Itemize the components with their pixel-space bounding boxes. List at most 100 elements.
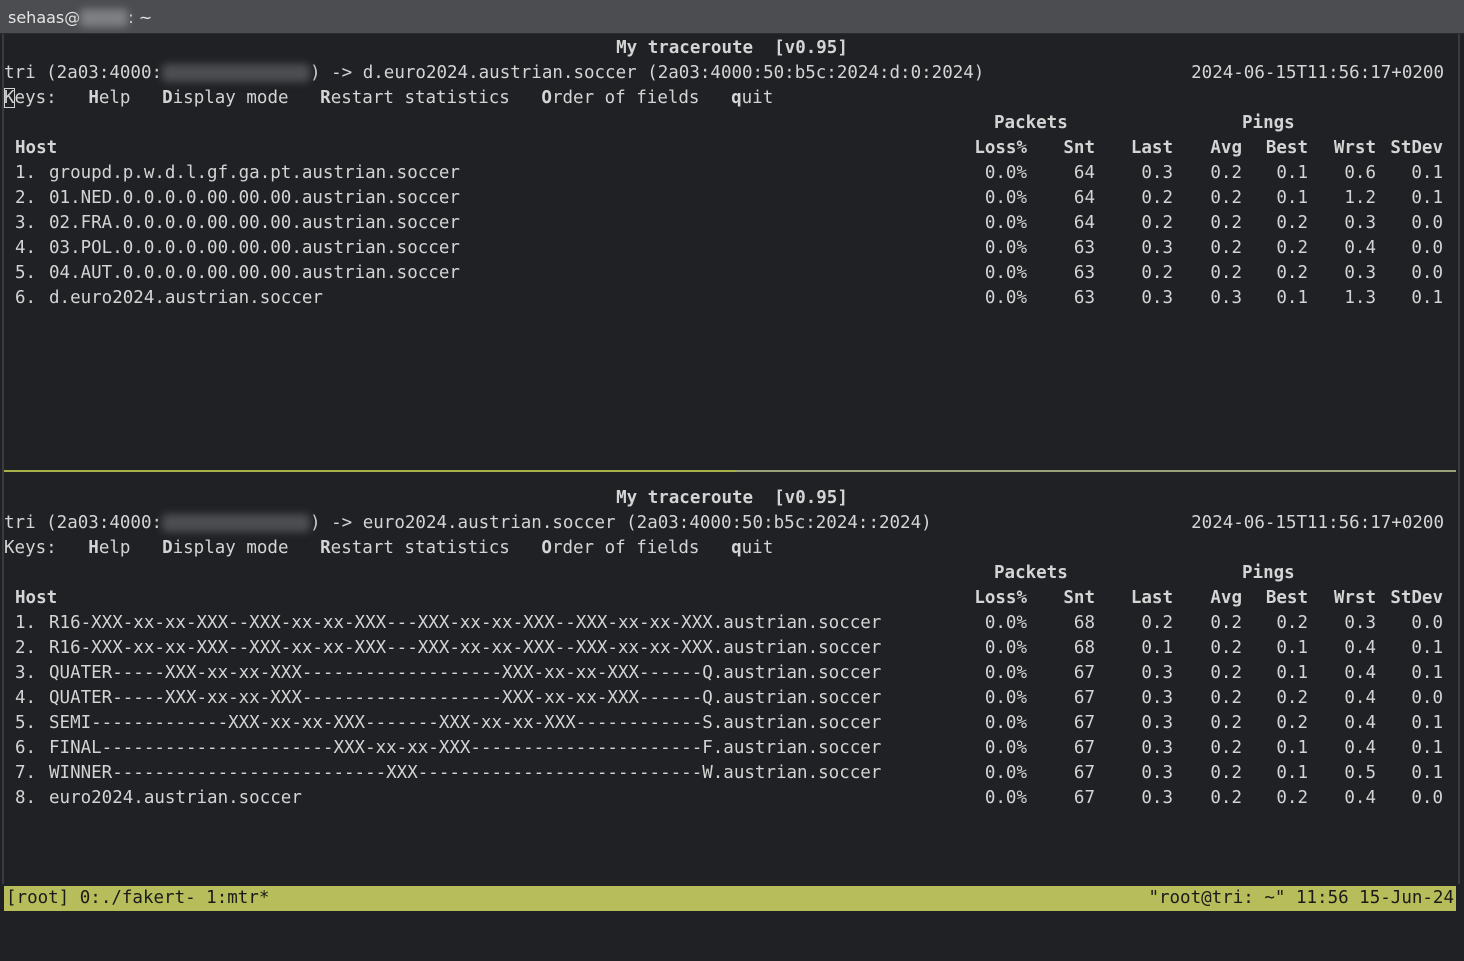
hop-number: 2.: [15, 638, 37, 658]
hop-loss: 0.0%: [984, 238, 1027, 258]
hop-best: 0.1: [1276, 288, 1308, 308]
key-display-mode[interactable]: Display mode: [162, 538, 288, 558]
hop-loss: 0.0%: [984, 288, 1027, 308]
hop-snt: 67: [1073, 788, 1095, 808]
hop-loss: 0.0%: [984, 663, 1027, 683]
hop-snt: 67: [1073, 688, 1095, 708]
hop-stdev: 0.1: [1411, 288, 1443, 308]
hop-stdev: 0.1: [1411, 738, 1443, 758]
mtr-title: My traceroute [v0.95]: [616, 38, 848, 58]
hop-snt: 64: [1073, 213, 1095, 233]
hop-host[interactable]: 03.POL.0.0.0.0.00.00.00.austrian.soccer: [49, 236, 460, 261]
hop-best: 0.1: [1276, 638, 1308, 658]
hop-last: 0.2: [1141, 263, 1173, 283]
hop-last: 0.2: [1141, 613, 1173, 633]
hop-last: 0.3: [1141, 738, 1173, 758]
hop-host[interactable]: QUATER-----XXX-xx-xx-XXX----------------…: [49, 661, 881, 686]
hop-host[interactable]: euro2024.austrian.soccer: [49, 786, 302, 811]
hop-snt: 63: [1073, 288, 1095, 308]
hop-host[interactable]: d.euro2024.austrian.soccer: [49, 286, 323, 311]
key-help[interactable]: Help: [88, 538, 130, 558]
hop-snt: 68: [1073, 638, 1095, 658]
key-display-mode[interactable]: Display mode: [162, 88, 288, 108]
hop-best: 0.2: [1276, 688, 1308, 708]
hop-last: 0.3: [1141, 688, 1173, 708]
hop-host[interactable]: SEMI-------------XXX-xx-xx-XXX-------XXX…: [49, 711, 881, 736]
hop-host[interactable]: QUATER-----XXX-xx-xx-XXX----------------…: [49, 686, 881, 711]
header-last: Last: [1130, 588, 1173, 608]
header-pings: Pings: [1242, 563, 1295, 583]
key-order-of-fields[interactable]: Order of fields: [541, 538, 699, 558]
hop-number: 5.: [15, 263, 37, 283]
hop-snt: 63: [1073, 238, 1095, 258]
header-wrst: Wrst: [1333, 138, 1376, 158]
hop-best: 0.2: [1276, 263, 1308, 283]
hop-avg: 0.2: [1210, 663, 1242, 683]
terminal-cursor: K: [4, 88, 15, 108]
key-quit[interactable]: quit: [731, 88, 773, 108]
hop-best: 0.1: [1276, 763, 1308, 783]
header-loss: Loss%: [974, 588, 1027, 608]
statusbar-windows[interactable]: [root] 0:./fakert- 1:mtr*: [6, 886, 269, 911]
hop-host[interactable]: 02.FRA.0.0.0.0.00.00.00.austrian.soccer: [49, 211, 460, 236]
key-help[interactable]: Help: [88, 88, 130, 108]
header-wrst: Wrst: [1333, 588, 1376, 608]
hop-avg: 0.2: [1210, 188, 1242, 208]
header-snt: Snt: [1063, 138, 1095, 158]
hop-number: 1.: [15, 613, 37, 633]
target-line: tri (2a03:4000:) -> euro2024.austrian.so…: [4, 513, 932, 533]
hop-snt: 64: [1073, 163, 1095, 183]
hop-avg: 0.2: [1210, 238, 1242, 258]
window-titlebar: sehaas@: ~: [0, 0, 1464, 34]
hop-number: 6.: [15, 288, 37, 308]
hop-wrst: 0.3: [1344, 613, 1376, 633]
hop-snt: 67: [1073, 738, 1095, 758]
hop-stdev: 0.1: [1411, 163, 1443, 183]
hop-loss: 0.0%: [984, 788, 1027, 808]
hop-snt: 63: [1073, 263, 1095, 283]
hop-stdev: 0.0: [1411, 238, 1443, 258]
hop-stdev: 0.1: [1411, 638, 1443, 658]
hop-stdev: 0.0: [1411, 688, 1443, 708]
hop-best: 0.2: [1276, 613, 1308, 633]
hop-stdev: 0.1: [1411, 713, 1443, 733]
key-restart-statistics[interactable]: Restart statistics: [320, 88, 510, 108]
hop-last: 0.3: [1141, 763, 1173, 783]
header-pings: Pings: [1242, 113, 1295, 133]
hop-avg: 0.2: [1210, 688, 1242, 708]
hop-host[interactable]: FINAL----------------------XXX-xx-xx-XXX…: [49, 736, 881, 761]
hop-number: 4.: [15, 688, 37, 708]
hop-avg: 0.2: [1210, 263, 1242, 283]
hop-wrst: 0.4: [1344, 238, 1376, 258]
window-title: sehaas@: ~: [8, 8, 153, 27]
header-avg: Avg: [1210, 138, 1242, 158]
key-restart-statistics[interactable]: Restart statistics: [320, 538, 510, 558]
hop-wrst: 0.4: [1344, 713, 1376, 733]
hop-wrst: 0.4: [1344, 788, 1376, 808]
hop-loss: 0.0%: [984, 638, 1027, 658]
key-quit[interactable]: quit: [731, 538, 773, 558]
hop-avg: 0.2: [1210, 738, 1242, 758]
hop-number: 7.: [15, 763, 37, 783]
header-host: Host: [15, 588, 58, 608]
keys-bar: Keys: Help Display mode Restart statisti…: [4, 536, 773, 561]
hop-host[interactable]: R16-XXX-xx-xx-XXX--XXX-xx-xx-XXX---XXX-x…: [49, 611, 881, 636]
hop-loss: 0.0%: [984, 763, 1027, 783]
hop-host[interactable]: groupd.p.w.d.l.gf.ga.pt.austrian.soccer: [49, 161, 460, 186]
hop-host[interactable]: 04.AUT.0.0.0.0.00.00.00.austrian.soccer: [49, 261, 460, 286]
pane-divider[interactable]: [4, 470, 1456, 472]
hop-avg: 0.2: [1210, 613, 1242, 633]
hop-avg: 0.2: [1210, 788, 1242, 808]
header-stdev: StDev: [1390, 138, 1443, 158]
key-order-of-fields[interactable]: Order of fields: [541, 88, 699, 108]
hop-host[interactable]: 01.NED.0.0.0.0.00.00.00.austrian.soccer: [49, 186, 460, 211]
header-snt: Snt: [1063, 588, 1095, 608]
hop-host[interactable]: WINNER--------------------------XXX-----…: [49, 761, 881, 786]
hop-number: 4.: [15, 238, 37, 258]
hop-host[interactable]: R16-XXX-xx-xx-XXX--XXX-xx-xx-XXX---XXX-x…: [49, 636, 881, 661]
hop-best: 0.1: [1276, 663, 1308, 683]
hop-wrst: 1.2: [1344, 188, 1376, 208]
timestamp: 2024-06-15T11:56:17+0200: [1191, 63, 1444, 83]
tmux-statusbar: [root] 0:./fakert- 1:mtr* "root@tri: ~" …: [4, 886, 1456, 911]
hop-best: 0.1: [1276, 738, 1308, 758]
